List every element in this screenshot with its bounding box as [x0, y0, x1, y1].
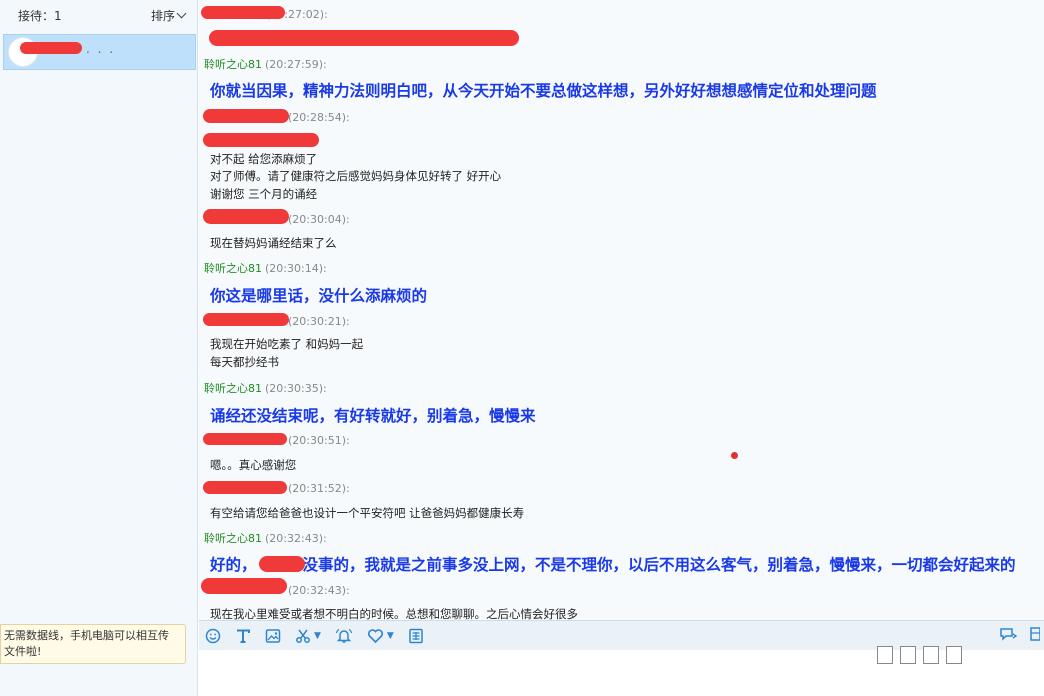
message-time: (20:30:04): [288, 213, 350, 226]
keyboard-icon[interactable] [408, 628, 424, 644]
redaction-mark [203, 481, 287, 494]
message-time: (20:32:43): [288, 584, 350, 597]
redaction-mark [203, 433, 287, 445]
glyph-box [877, 646, 893, 664]
message-time: (20:27:59): [265, 58, 327, 71]
sort-button[interactable]: 排序 [150, 7, 187, 24]
message-time: (20:30:21): [288, 315, 350, 328]
layout-icon[interactable] [1030, 626, 1041, 646]
message-sender: 聆听之心81 [204, 382, 262, 395]
smiley-icon[interactable] [205, 628, 221, 644]
message-text: 你这是哪里话，没什么添麻烦的 [210, 287, 428, 305]
chevron-down-icon [176, 8, 187, 18]
message-text: 现在我心里难受或者想不明白的时候。总想和您聊聊。之后心情会好很多 [210, 607, 578, 620]
glyph-box [900, 646, 916, 664]
contact-sidebar: 接待：1 排序 . . . [0, 0, 198, 696]
redaction-mark [203, 133, 319, 147]
file-transfer-tip[interactable]: 无需数据线，手机电脑可以相互传文件啦! [0, 624, 186, 664]
message-text: 谢谢您 三个月的诵经 [210, 187, 318, 201]
message-time: (20:30:14): [265, 262, 327, 275]
redaction-mark [203, 313, 289, 326]
caret-down-icon[interactable]: ▼ [314, 631, 321, 641]
message-meta: 聆听之心81 (20:32:43): [204, 530, 327, 546]
sort-label: 排序 [150, 8, 175, 23]
message-meta: 聆听之心81 (20:27:59): [204, 56, 327, 72]
font-icon[interactable] [235, 628, 251, 644]
redaction-mark [20, 42, 82, 54]
scissors-icon[interactable]: ▼ [295, 628, 321, 644]
redaction-mark [201, 6, 285, 19]
message-sender: 聆听之心81 [204, 262, 262, 275]
message-meta: 聆听之心81 (20:30:35): [204, 380, 327, 396]
caret-down-icon[interactable]: ▼ [387, 631, 394, 641]
message-text-part: 没事的，我就是之前事多没上网，不是不理你，以后不用这么客气，别着急，慢慢来，一切… [302, 556, 1016, 574]
red-dot [731, 452, 738, 459]
heart-icon[interactable]: ▼ [367, 628, 394, 644]
sidebar-header: 接待：1 排序 [0, 0, 197, 30]
chat-history[interactable]: (20:27:02): 聆听之心81 (20:27:59): 你就当因果，精神力法… [199, 0, 1044, 620]
message-text: 嗯。。真心感谢您 [210, 458, 297, 472]
message-text: 现在替妈妈诵经结束了么 [210, 236, 337, 250]
message-meta: 聆听之心81 (20:30:14): [204, 260, 327, 276]
toolbar-right [998, 626, 1041, 646]
message-text: 每天都抄经书 [210, 355, 279, 369]
message-time: (20:31:52): [288, 482, 350, 495]
message-text: 我现在开始吃素了 和妈妈一起 [210, 337, 364, 351]
message-text: 对不起 给您添麻烦了 [210, 152, 318, 166]
message-time: (20:30:51): [288, 434, 350, 447]
glyph-box [923, 646, 939, 664]
message-time: (20:30:35): [265, 382, 327, 395]
message-sender: 聆听之心81 [204, 532, 262, 545]
redaction-mark [209, 30, 519, 46]
message-text: 诵经还没结束呢，有好转就好，别着急，慢慢来 [210, 407, 536, 425]
message-text: 你就当因果，精神力法则明白吧，从今天开始不要总做这样想，另外好好想想感情定位和处… [210, 82, 877, 100]
message-time: (20:28:54): [288, 111, 350, 124]
image-icon[interactable] [265, 628, 281, 644]
message-text: 有空给请您给爸爸也设计一个平安符吧 让爸爸妈妈都健康长寿 [210, 506, 525, 520]
redaction-mark [203, 209, 289, 224]
redaction-mark [203, 109, 289, 123]
chat-bubble-icon[interactable] [998, 626, 1018, 646]
message-text-part: 好的， [210, 556, 257, 574]
redaction-mark [201, 578, 287, 594]
reception-count: 接待：1 [18, 8, 62, 23]
input-glyph-boxes [877, 646, 962, 664]
message-time: (20:32:43): [265, 532, 327, 545]
contact-name: . . . [86, 42, 116, 56]
redaction-mark [259, 556, 305, 572]
message-text: 好的， 没事的，我就是之前事多没上网，不是不理你，以后不用这么客气，别着急，慢慢来… [210, 553, 1016, 575]
bell-icon[interactable] [335, 628, 353, 644]
message-sender: 聆听之心81 [204, 58, 262, 71]
glyph-box [946, 646, 962, 664]
message-text: 对了师傅。请了健康符之后感觉妈妈身体见好转了 好开心 [210, 169, 502, 183]
